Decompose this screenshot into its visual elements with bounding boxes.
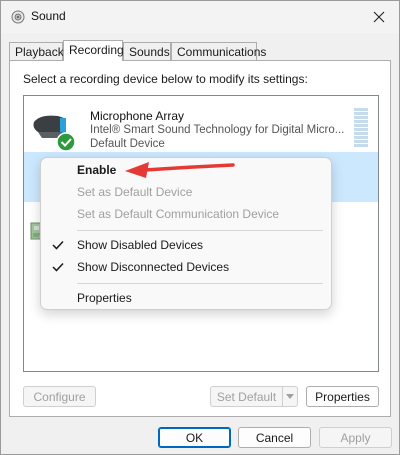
apply-button[interactable]: Apply	[319, 427, 392, 448]
menu-item-properties[interactable]: Properties	[41, 287, 331, 309]
speaker-icon	[11, 10, 25, 24]
device-name: Microphone Array	[90, 109, 185, 123]
close-button[interactable]	[359, 1, 399, 33]
menu-separator	[77, 230, 323, 231]
tab-playback[interactable]: Playback	[9, 42, 64, 60]
device-status: Default Device	[90, 138, 165, 150]
cancel-button[interactable]: Cancel	[238, 427, 311, 448]
checkmark-icon	[52, 240, 64, 250]
device-description: Intel® Smart Sound Technology for Digita…	[90, 124, 345, 136]
window-title: Sound	[31, 9, 66, 23]
properties-button[interactable]: Properties	[306, 386, 379, 407]
annotation-arrow-icon	[125, 162, 235, 178]
tab-recording[interactable]: Recording	[63, 40, 124, 61]
microphone-array-icon	[33, 115, 76, 152]
close-icon	[373, 11, 385, 23]
menu-separator	[77, 283, 323, 284]
tab-sounds[interactable]: Sounds	[123, 42, 171, 60]
menu-item-show-disconnected-devices[interactable]: Show Disconnected Devices	[41, 256, 331, 278]
ok-button[interactable]: OK	[158, 427, 231, 448]
set-default-button[interactable]: Set Default	[210, 386, 283, 407]
level-meter	[354, 108, 368, 150]
menu-item-show-disabled-devices[interactable]: Show Disabled Devices	[41, 234, 331, 256]
checkmark-icon	[52, 262, 64, 272]
device-row-microphone-array[interactable]: Microphone Array Intel® Smart Sound Tech…	[24, 100, 378, 152]
configure-button[interactable]: Configure	[23, 386, 96, 407]
instruction-text: Select a recording device below to modif…	[23, 72, 308, 86]
menu-item-set-default-communication-device: Set as Default Communication Device	[77, 207, 280, 221]
menu-item-set-default-device: Set as Default Device	[77, 185, 193, 199]
tab-communications[interactable]: Communications	[171, 42, 266, 60]
title-bar: Sound	[1, 1, 399, 33]
sound-dialog: Sound Playback Recording Sounds Communic…	[0, 0, 400, 455]
chevron-down-icon	[286, 394, 294, 399]
set-default-dropdown[interactable]	[282, 386, 298, 407]
